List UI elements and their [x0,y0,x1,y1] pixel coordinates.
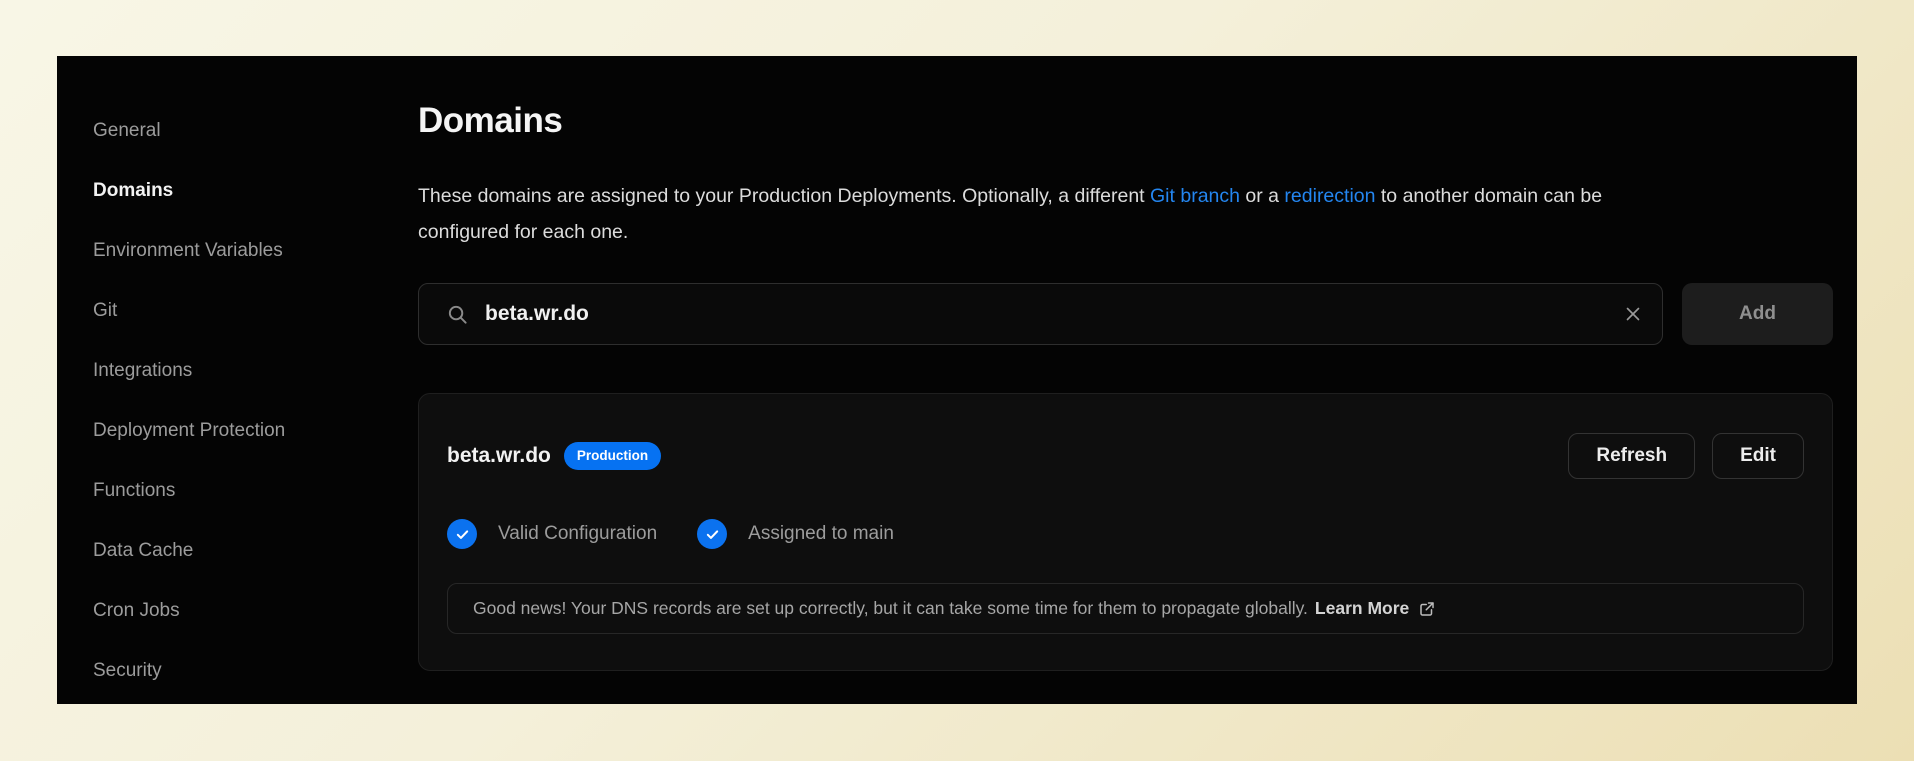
sidebar-item-cron-jobs[interactable]: Cron Jobs [93,599,418,623]
close-icon [1622,303,1644,325]
description-text: These domains are assigned to your Produ… [418,185,1150,207]
settings-sidebar: General Domains Environment Variables Gi… [57,56,418,704]
description-text: to another domain can be [1375,185,1602,207]
external-link-icon [1418,600,1436,618]
domains-description: These domains are assigned to your Produ… [418,178,1833,250]
domains-main-content: Domains These domains are assigned to yo… [418,56,1857,704]
sidebar-item-git[interactable]: Git [93,299,418,323]
edit-button[interactable]: Edit [1712,433,1804,479]
add-domain-row: Add [418,283,1833,345]
sidebar-item-integrations[interactable]: Integrations [93,359,418,383]
page-title: Domains [418,100,1833,142]
check-icon [697,519,727,549]
domain-status-row: Valid Configuration Assigned to main [447,519,1804,549]
add-domain-button[interactable]: Add [1682,283,1833,345]
domain-name: beta.wr.do [447,444,551,468]
description-text: or a [1240,185,1284,207]
domain-card-actions: Refresh Edit [1568,433,1804,479]
redirection-link[interactable]: redirection [1284,185,1375,207]
dns-notice-text: Good news! Your DNS records are set up c… [473,598,1308,619]
domain-search-field [418,283,1663,345]
description-text: configured for each one. [418,221,628,243]
git-branch-link[interactable]: Git branch [1150,185,1240,207]
sidebar-item-data-cache[interactable]: Data Cache [93,539,418,563]
dns-notice-box: Good news! Your DNS records are set up c… [447,583,1804,634]
search-icon [446,303,469,326]
status-label: Assigned to main [748,523,894,545]
sidebar-item-deployment-protection[interactable]: Deployment Protection [93,419,418,443]
sidebar-item-domains[interactable]: Domains [93,179,418,203]
refresh-button[interactable]: Refresh [1568,433,1695,479]
status-label: Valid Configuration [498,523,657,545]
check-icon [447,519,477,549]
learn-more-link[interactable]: Learn More [1315,598,1409,619]
sidebar-item-general[interactable]: General [93,119,418,143]
assigned-branch-status: Assigned to main [697,519,894,549]
sidebar-item-security[interactable]: Security [93,659,418,683]
production-badge: Production [564,442,661,471]
settings-panel: General Domains Environment Variables Gi… [57,56,1857,704]
sidebar-item-environment-variables[interactable]: Environment Variables [93,239,418,263]
domain-card: beta.wr.do Production Refresh Edit Valid… [418,393,1833,671]
domain-input[interactable] [485,302,1602,326]
domain-card-header: beta.wr.do Production Refresh Edit [447,433,1804,479]
valid-configuration-status: Valid Configuration [447,519,657,549]
sidebar-item-functions[interactable]: Functions [93,479,418,503]
clear-input-button[interactable] [1622,303,1644,325]
